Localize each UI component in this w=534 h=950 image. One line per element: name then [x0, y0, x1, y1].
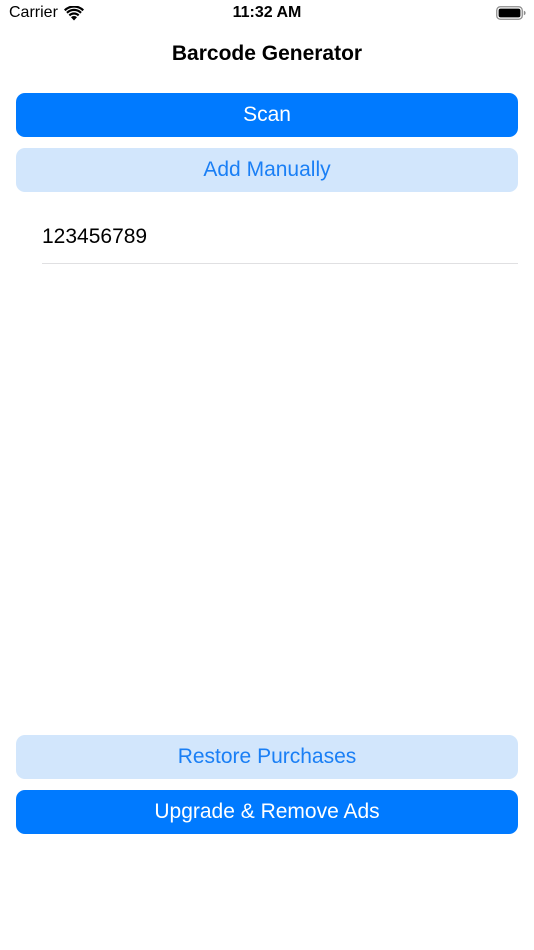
barcode-value: 123456789 — [42, 224, 148, 248]
status-time: 11:32 AM — [232, 4, 302, 21]
battery-icon — [496, 6, 526, 20]
list-item[interactable]: 123456789 — [42, 210, 518, 264]
page-title: Barcode Generator — [171, 42, 363, 65]
barcode-list: 123456789 — [42, 210, 518, 264]
status-bar: Carrier 11:32 AM — [0, 0, 534, 28]
upgrade-remove-ads-button[interactable]: Upgrade & Remove Ads — [16, 790, 518, 834]
restore-purchases-button[interactable]: Restore Purchases — [16, 735, 518, 779]
scan-button[interactable]: Scan — [16, 93, 518, 137]
add-manually-button[interactable]: Add Manually — [16, 148, 518, 192]
